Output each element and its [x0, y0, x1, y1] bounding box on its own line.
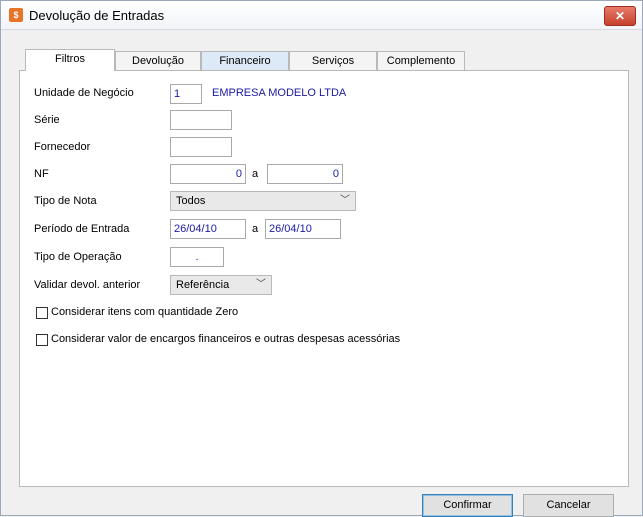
serie-label: Série	[34, 114, 60, 126]
nf-label: NF	[34, 168, 49, 180]
filtros-panel: Unidade de Negócio 1 EMPRESA MODELO LTDA…	[19, 70, 629, 487]
tipo-operacao-input[interactable]: .	[170, 247, 224, 267]
title-bar[interactable]: $ Devolução de Entradas ✕	[1, 1, 642, 30]
encargos-label: Considerar valor de encargos financeiros…	[51, 333, 401, 345]
validar-label: Validar devol. anterior	[34, 279, 141, 291]
nf-from-input[interactable]: 0	[170, 164, 246, 184]
cancelar-button[interactable]: Cancelar	[523, 494, 614, 517]
unidade-label: Unidade de Negócio	[34, 87, 134, 99]
periodo-separator: a	[252, 223, 259, 235]
qtd-zero-label: Considerar itens com quantidade Zero	[51, 306, 239, 318]
unidade-code-input[interactable]: 1	[170, 84, 202, 104]
app-icon: $	[9, 8, 23, 22]
nf-separator: a	[252, 168, 259, 180]
tab-devolucao[interactable]: Devolução	[115, 51, 201, 70]
fornecedor-input[interactable]	[170, 137, 232, 157]
periodo-to-input[interactable]: 26/04/10	[265, 219, 341, 239]
chevron-down-icon: ﹀	[340, 195, 350, 206]
close-button[interactable]: ✕	[604, 6, 636, 26]
confirmar-button[interactable]: Confirmar	[422, 494, 513, 517]
tipo-nota-value: Todos	[176, 195, 206, 207]
nf-to-input[interactable]: 0	[267, 164, 343, 184]
fornecedor-label: Fornecedor	[34, 141, 91, 153]
dialog-window: $ Devolução de Entradas ✕ Filtros Devolu…	[0, 0, 643, 517]
encargos-checkbox[interactable]	[36, 334, 48, 346]
tipo-operacao-label: Tipo de Operação	[34, 251, 122, 263]
tipo-nota-select[interactable]: Todos ﹀	[170, 191, 356, 211]
tab-servicos[interactable]: Serviços	[289, 51, 377, 70]
periodo-from-input[interactable]: 26/04/10	[170, 219, 246, 239]
tab-financeiro[interactable]: Financeiro	[201, 51, 289, 70]
qtd-zero-checkbox[interactable]	[36, 307, 48, 319]
validar-select[interactable]: Referência ﹀	[170, 275, 272, 295]
tipo-nota-label: Tipo de Nota	[34, 195, 97, 207]
periodo-label: Período de Entrada	[34, 223, 130, 235]
validar-value: Referência	[176, 279, 230, 291]
tab-complemento[interactable]: Complemento	[377, 51, 465, 70]
serie-input[interactable]	[170, 110, 232, 130]
unidade-name: EMPRESA MODELO LTDA	[212, 87, 347, 99]
tab-filtros[interactable]: Filtros	[25, 49, 115, 71]
chevron-down-icon: ﹀	[256, 279, 266, 290]
window-title: Devolução de Entradas	[29, 8, 165, 23]
